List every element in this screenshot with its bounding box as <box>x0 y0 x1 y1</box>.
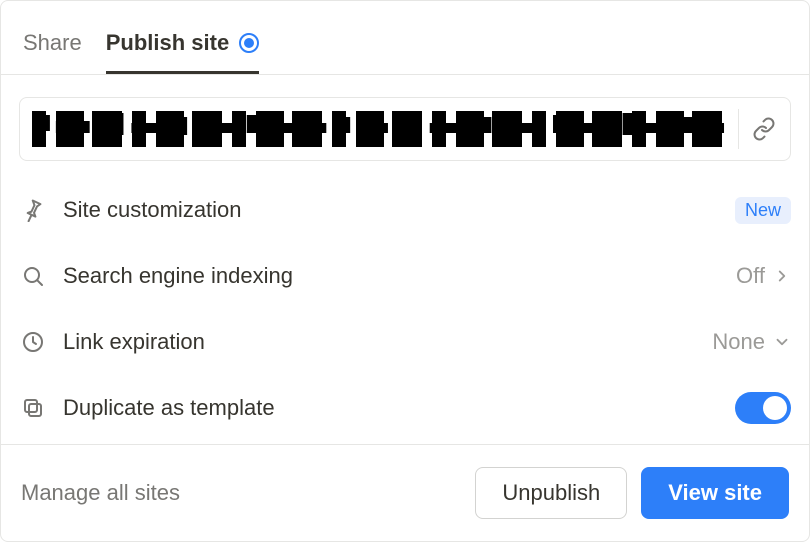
option-duplicate-as-template-label: Duplicate as template <box>63 395 719 421</box>
option-link-expiration-label: Link expiration <box>63 329 696 355</box>
value-text: None <box>712 329 765 355</box>
value-text: Off <box>736 263 765 289</box>
clock-icon <box>19 328 47 356</box>
publish-options: Site customization New Search engine ind… <box>1 161 809 441</box>
tab-share-label: Share <box>23 30 82 56</box>
new-badge: New <box>735 197 791 224</box>
option-link-expiration-value: None <box>712 329 791 355</box>
view-site-button-label: View site <box>668 480 762 506</box>
search-icon <box>19 262 47 290</box>
copy-link-button[interactable] <box>738 109 778 149</box>
option-link-expiration[interactable]: Link expiration None <box>19 309 791 375</box>
panel-footer: Manage all sites Unpublish View site <box>1 444 809 541</box>
tab-publish-site[interactable]: Publish site <box>106 30 259 74</box>
view-site-button[interactable]: View site <box>641 467 789 519</box>
chevron-down-icon <box>773 333 791 351</box>
tab-publish-label: Publish site <box>106 30 229 56</box>
option-site-customization[interactable]: Site customization New <box>19 177 791 243</box>
option-search-engine-indexing-value: Off <box>736 263 791 289</box>
option-duplicate-as-template[interactable]: Duplicate as template <box>19 375 791 441</box>
link-icon <box>752 117 776 141</box>
site-url-redacted <box>32 111 728 147</box>
option-site-customization-label: Site customization <box>63 197 719 223</box>
duplicate-template-toggle[interactable] <box>735 392 791 424</box>
unpublish-button[interactable]: Unpublish <box>475 467 627 519</box>
tab-bar: Share Publish site <box>1 1 809 75</box>
manage-all-sites-link[interactable]: Manage all sites <box>21 480 180 506</box>
duplicate-icon <box>19 394 47 422</box>
publish-panel: Share Publish site <box>0 0 810 542</box>
option-search-engine-indexing[interactable]: Search engine indexing Off <box>19 243 791 309</box>
chevron-right-icon <box>773 267 791 285</box>
publish-active-indicator-icon <box>239 33 259 53</box>
unpublish-button-label: Unpublish <box>502 480 600 506</box>
site-url-field[interactable] <box>19 97 791 161</box>
option-search-engine-indexing-label: Search engine indexing <box>63 263 720 289</box>
pin-icon <box>19 196 47 224</box>
tab-share[interactable]: Share <box>23 30 82 74</box>
